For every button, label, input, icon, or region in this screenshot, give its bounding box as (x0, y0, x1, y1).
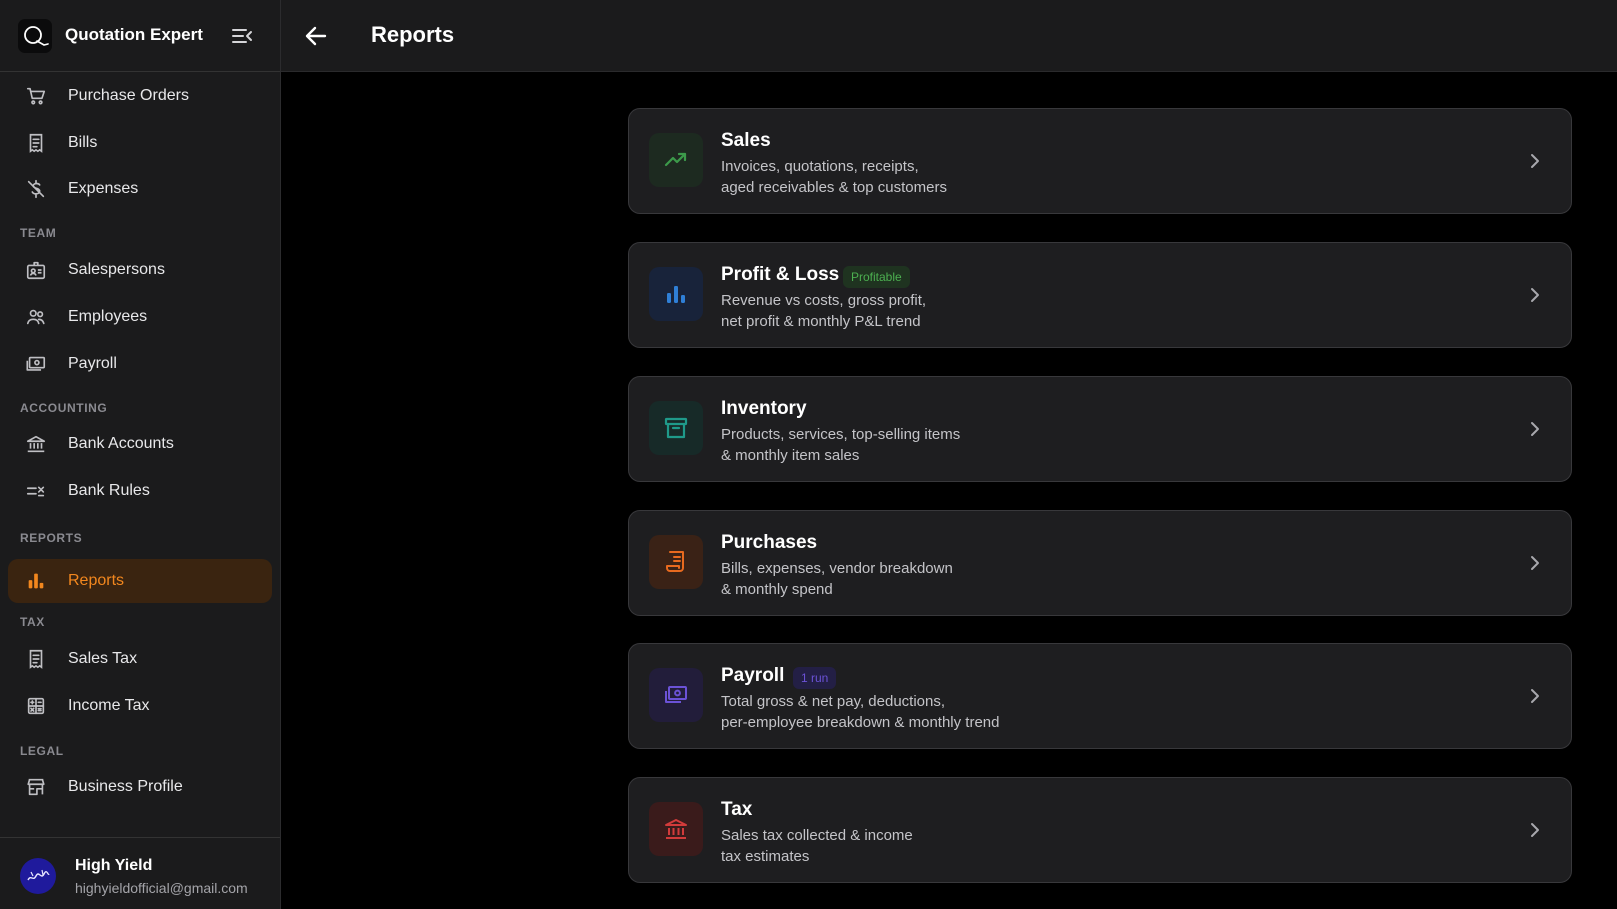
section-label-legal: LEGAL (20, 744, 64, 758)
card-description: Invoices, quotations, receipts, aged rece… (721, 158, 947, 196)
sidebar-item-reports[interactable]: Reports (8, 559, 272, 603)
user-name: High Yield (75, 857, 153, 874)
chevron-right-icon (1531, 689, 1539, 703)
chevron-right-icon (1531, 823, 1539, 837)
sidebar-item-label: Sales Tax (68, 650, 138, 667)
receipt-icon (649, 535, 703, 589)
sidebar-item-bank-rules[interactable]: Bank Rules (8, 469, 272, 513)
chevron-right-icon (1531, 154, 1539, 168)
sidebar-item-label: Bank Accounts (68, 435, 174, 452)
avatar (20, 858, 56, 894)
sidebar-item-label: Purchase Orders (68, 87, 189, 104)
sidebar-item-label: Reports (68, 572, 125, 589)
chevron-right-icon (1531, 422, 1539, 436)
sidebar-item-label: Bank Rules (68, 482, 150, 499)
bar-chart-icon (649, 267, 703, 321)
report-card-sales[interactable]: Sales Invoices, quotations, receipts, age… (628, 108, 1572, 214)
store-icon (27, 778, 45, 796)
receipt-icon (29, 649, 43, 669)
chevron-right-icon (1531, 288, 1539, 302)
card-description: Total gross & net pay, deductions, per-em… (721, 693, 1000, 731)
archive-icon (649, 401, 703, 455)
sidebar-item-payroll[interactable]: Payroll (8, 342, 272, 386)
sidebar-item-label: Expenses (68, 180, 139, 197)
report-card-profit-loss[interactable]: Profit & Loss Profitable Revenue vs cost… (628, 242, 1572, 348)
card-title: Payroll (721, 665, 785, 686)
back-arrow-icon[interactable] (303, 23, 329, 49)
sidebar-item-label: Business Profile (68, 778, 183, 795)
sidebar: Quotation Expert Purchase Orders Bills E… (0, 0, 281, 909)
card-title: Purchases (721, 532, 818, 553)
bar-chart-icon (28, 573, 44, 589)
sidebar-item-label: Employees (68, 308, 148, 325)
section-label-tax: TAX (20, 615, 45, 629)
sidebar-item-business-profile[interactable]: Business Profile (8, 765, 272, 809)
sidebar-item-sales-tax[interactable]: Sales Tax (8, 637, 272, 681)
card-description: Revenue vs costs, gross profit, net profi… (721, 292, 927, 330)
section-label-accounting: ACCOUNTING (20, 401, 108, 415)
sidebar-item-purchase-orders[interactable]: Purchase Orders (8, 74, 272, 118)
receipt-icon (29, 133, 43, 153)
sidebar-item-label: Bills (68, 134, 98, 151)
sidebar-item-expenses[interactable]: Expenses (8, 167, 272, 211)
card-title: Inventory (721, 398, 807, 419)
page-title: Reports (371, 22, 455, 47)
sidebar-nav: Purchase Orders Bills Expenses TEAM Sale… (0, 72, 280, 838)
app-logo (18, 19, 52, 53)
sidebar-item-label: Salespersons (68, 261, 165, 278)
status-badge: 1 run (793, 667, 837, 689)
card-description: Sales tax collected & income tax estimate… (721, 827, 913, 865)
user-email: highyieldofficial@gmail.com (75, 880, 248, 896)
report-card-tax[interactable]: Tax Sales tax collected & income tax esti… (628, 777, 1572, 883)
menu-collapse-icon[interactable] (230, 25, 254, 47)
section-label-reports: REPORTS (20, 531, 83, 545)
sidebar-item-bank-accounts[interactable]: Bank Accounts (8, 422, 272, 466)
bank-icon (649, 802, 703, 856)
payments-icon (26, 356, 46, 371)
user-profile[interactable]: High Yield highyieldofficial@gmail.com (0, 837, 280, 909)
trending-up-icon (649, 133, 703, 187)
sidebar-item-label: Payroll (68, 355, 117, 372)
brand-header: Quotation Expert (0, 0, 280, 72)
report-card-purchases[interactable]: Purchases Bills, expenses, vendor breakd… (628, 510, 1572, 616)
card-title: Tax (721, 799, 753, 820)
sidebar-item-employees[interactable]: Employees (8, 295, 272, 339)
money-off-icon (27, 179, 45, 199)
cart-icon (26, 87, 46, 105)
payments-icon (649, 668, 703, 722)
card-title: Profit & Loss (721, 264, 840, 285)
people-icon (26, 309, 45, 325)
card-description: Bills, expenses, vendor breakdown & month… (721, 560, 953, 598)
section-label-team: TEAM (20, 226, 57, 240)
card-description: Products, services, top-selling items & m… (721, 426, 961, 464)
top-bar: Reports (281, 0, 1617, 72)
badge-icon (26, 261, 46, 280)
bank-icon (26, 435, 46, 453)
status-badge: Profitable (843, 266, 910, 288)
card-title: Sales (721, 130, 771, 151)
sidebar-item-salespersons[interactable]: Salespersons (8, 248, 272, 292)
rule-icon (26, 486, 45, 497)
chevron-right-icon (1531, 556, 1539, 570)
report-card-inventory[interactable]: Inventory Products, services, top-sellin… (628, 376, 1572, 482)
sidebar-item-bills[interactable]: Bills (8, 121, 272, 165)
report-card-payroll[interactable]: Payroll 1 run Total gross & net pay, ded… (628, 643, 1572, 749)
sidebar-item-income-tax[interactable]: Income Tax (8, 684, 272, 728)
calculator-icon (27, 697, 45, 715)
app-name: Quotation Expert (65, 25, 203, 44)
sidebar-item-label: Income Tax (68, 697, 150, 714)
